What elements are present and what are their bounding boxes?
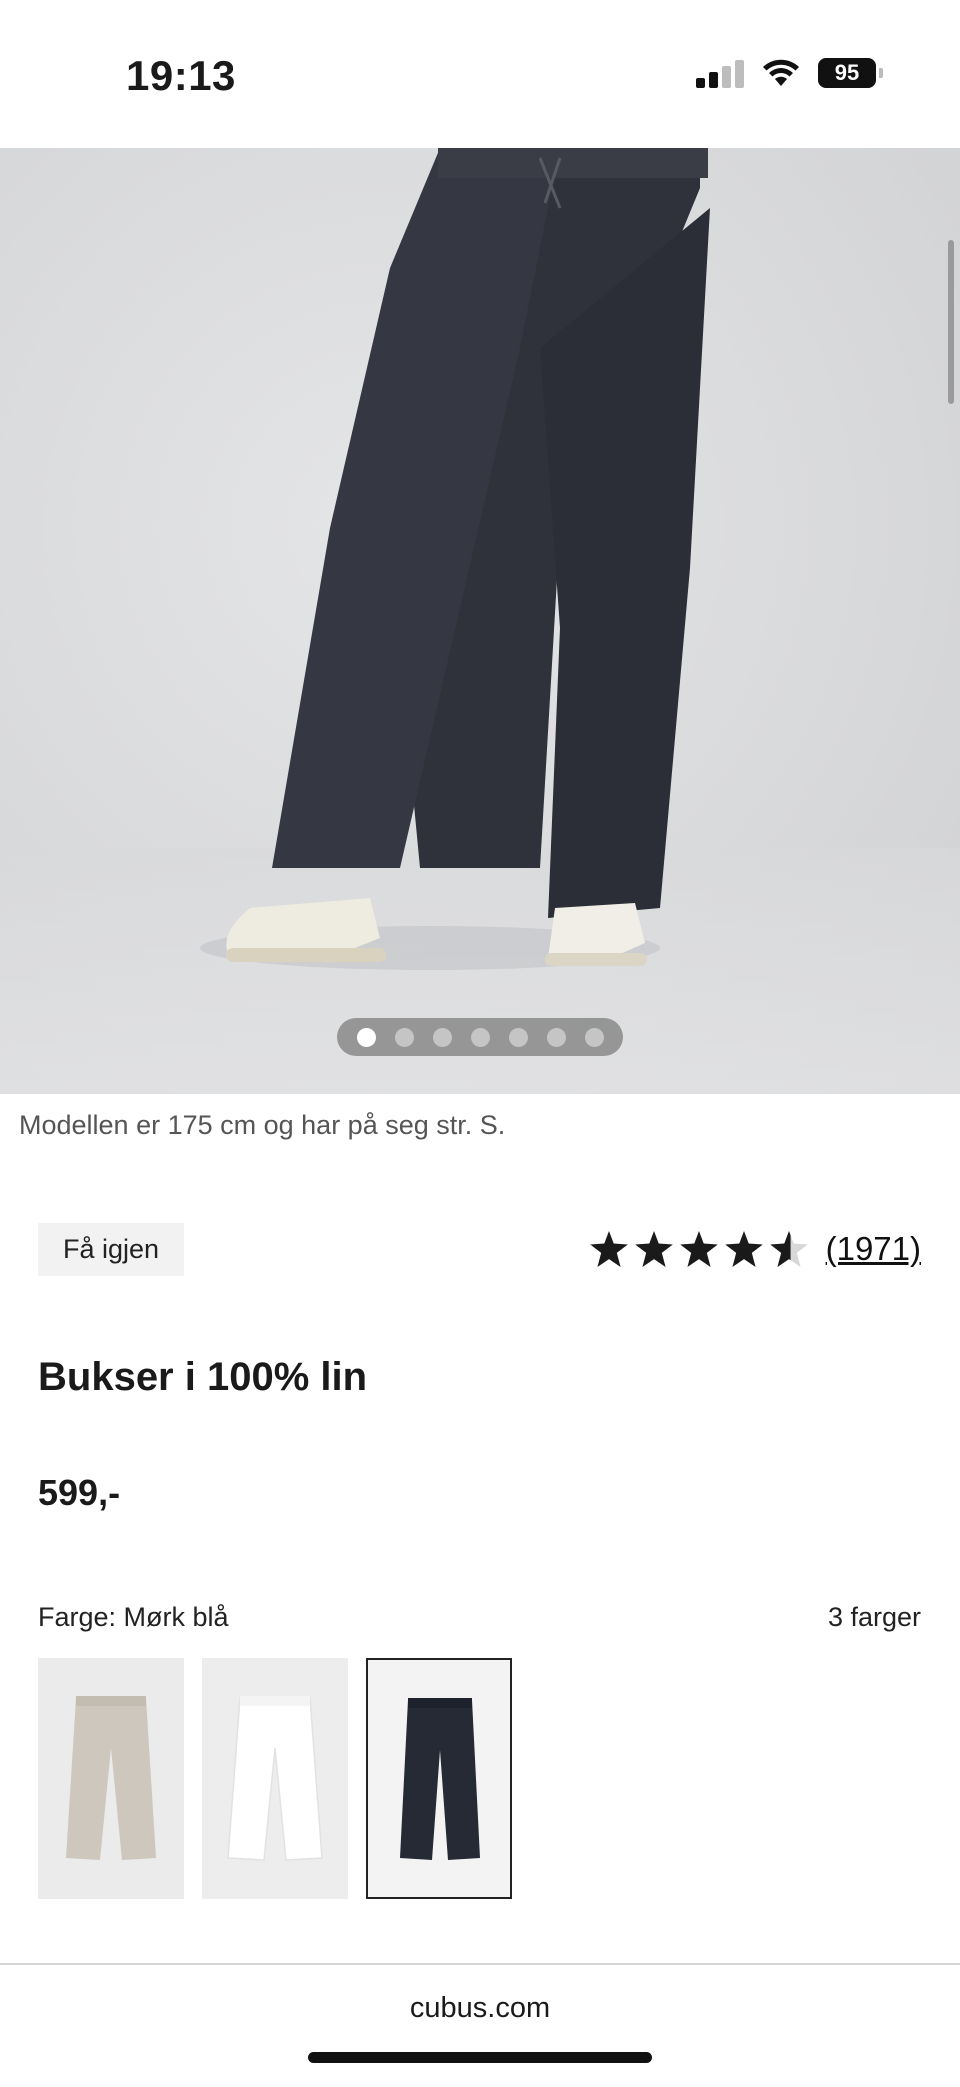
carousel-dot[interactable] [356,1027,376,1047]
star-icon [634,1231,673,1267]
rating-stars [589,1231,808,1267]
cellular-signal-icon [696,58,744,88]
review-count-link[interactable]: (1971) [826,1230,921,1268]
battery-icon: 95 [818,58,883,88]
white-pants-thumbnail [227,1696,323,1861]
browser-url-bar[interactable] [0,1965,960,2087]
star-icon [589,1231,628,1267]
status-bar: 19:13 95 [0,0,960,148]
star-icon [724,1231,763,1267]
color-count: 3 farger [827,1602,921,1632]
product-rating[interactable]: (1971) [589,1230,921,1268]
star-half-icon [769,1231,808,1267]
carousel-dot[interactable] [584,1027,604,1047]
status-time: 19:13 [126,52,236,99]
carousel-pagination [337,1018,623,1056]
carousel-dot[interactable] [394,1027,414,1047]
star-icon [679,1231,718,1267]
wifi-icon [763,59,799,86]
status-icons: 95 [696,58,883,88]
carousel-dot[interactable] [470,1027,490,1047]
page-scrollbar[interactable] [948,240,954,404]
color-swatch-dark-blue[interactable] [366,1658,512,1899]
product-photo [0,148,960,1094]
carousel-dot[interactable] [546,1027,566,1047]
carousel-dot[interactable] [508,1027,528,1047]
color-swatch-white[interactable] [202,1658,348,1899]
product-title: Bukser i 100% lin [38,1355,368,1399]
product-image-carousel[interactable] [0,148,960,1094]
battery-level: 95 [834,60,860,85]
carousel-dot[interactable] [432,1027,452,1047]
product-price: 599,- [38,1472,121,1513]
home-indicator[interactable] [308,2052,652,2063]
product-tag: Få igjen [38,1223,184,1276]
dark-blue-pants-thumbnail [400,1698,480,1860]
model-size-note: Modellen er 175 cm og har på seg str. S. [19,1110,506,1140]
beige-pants-thumbnail [66,1696,156,1860]
color-swatch-beige[interactable] [38,1658,184,1899]
browser-url[interactable]: cubus.com [0,1992,960,2025]
selected-color-label: Farge: Mørk blå [38,1602,229,1632]
